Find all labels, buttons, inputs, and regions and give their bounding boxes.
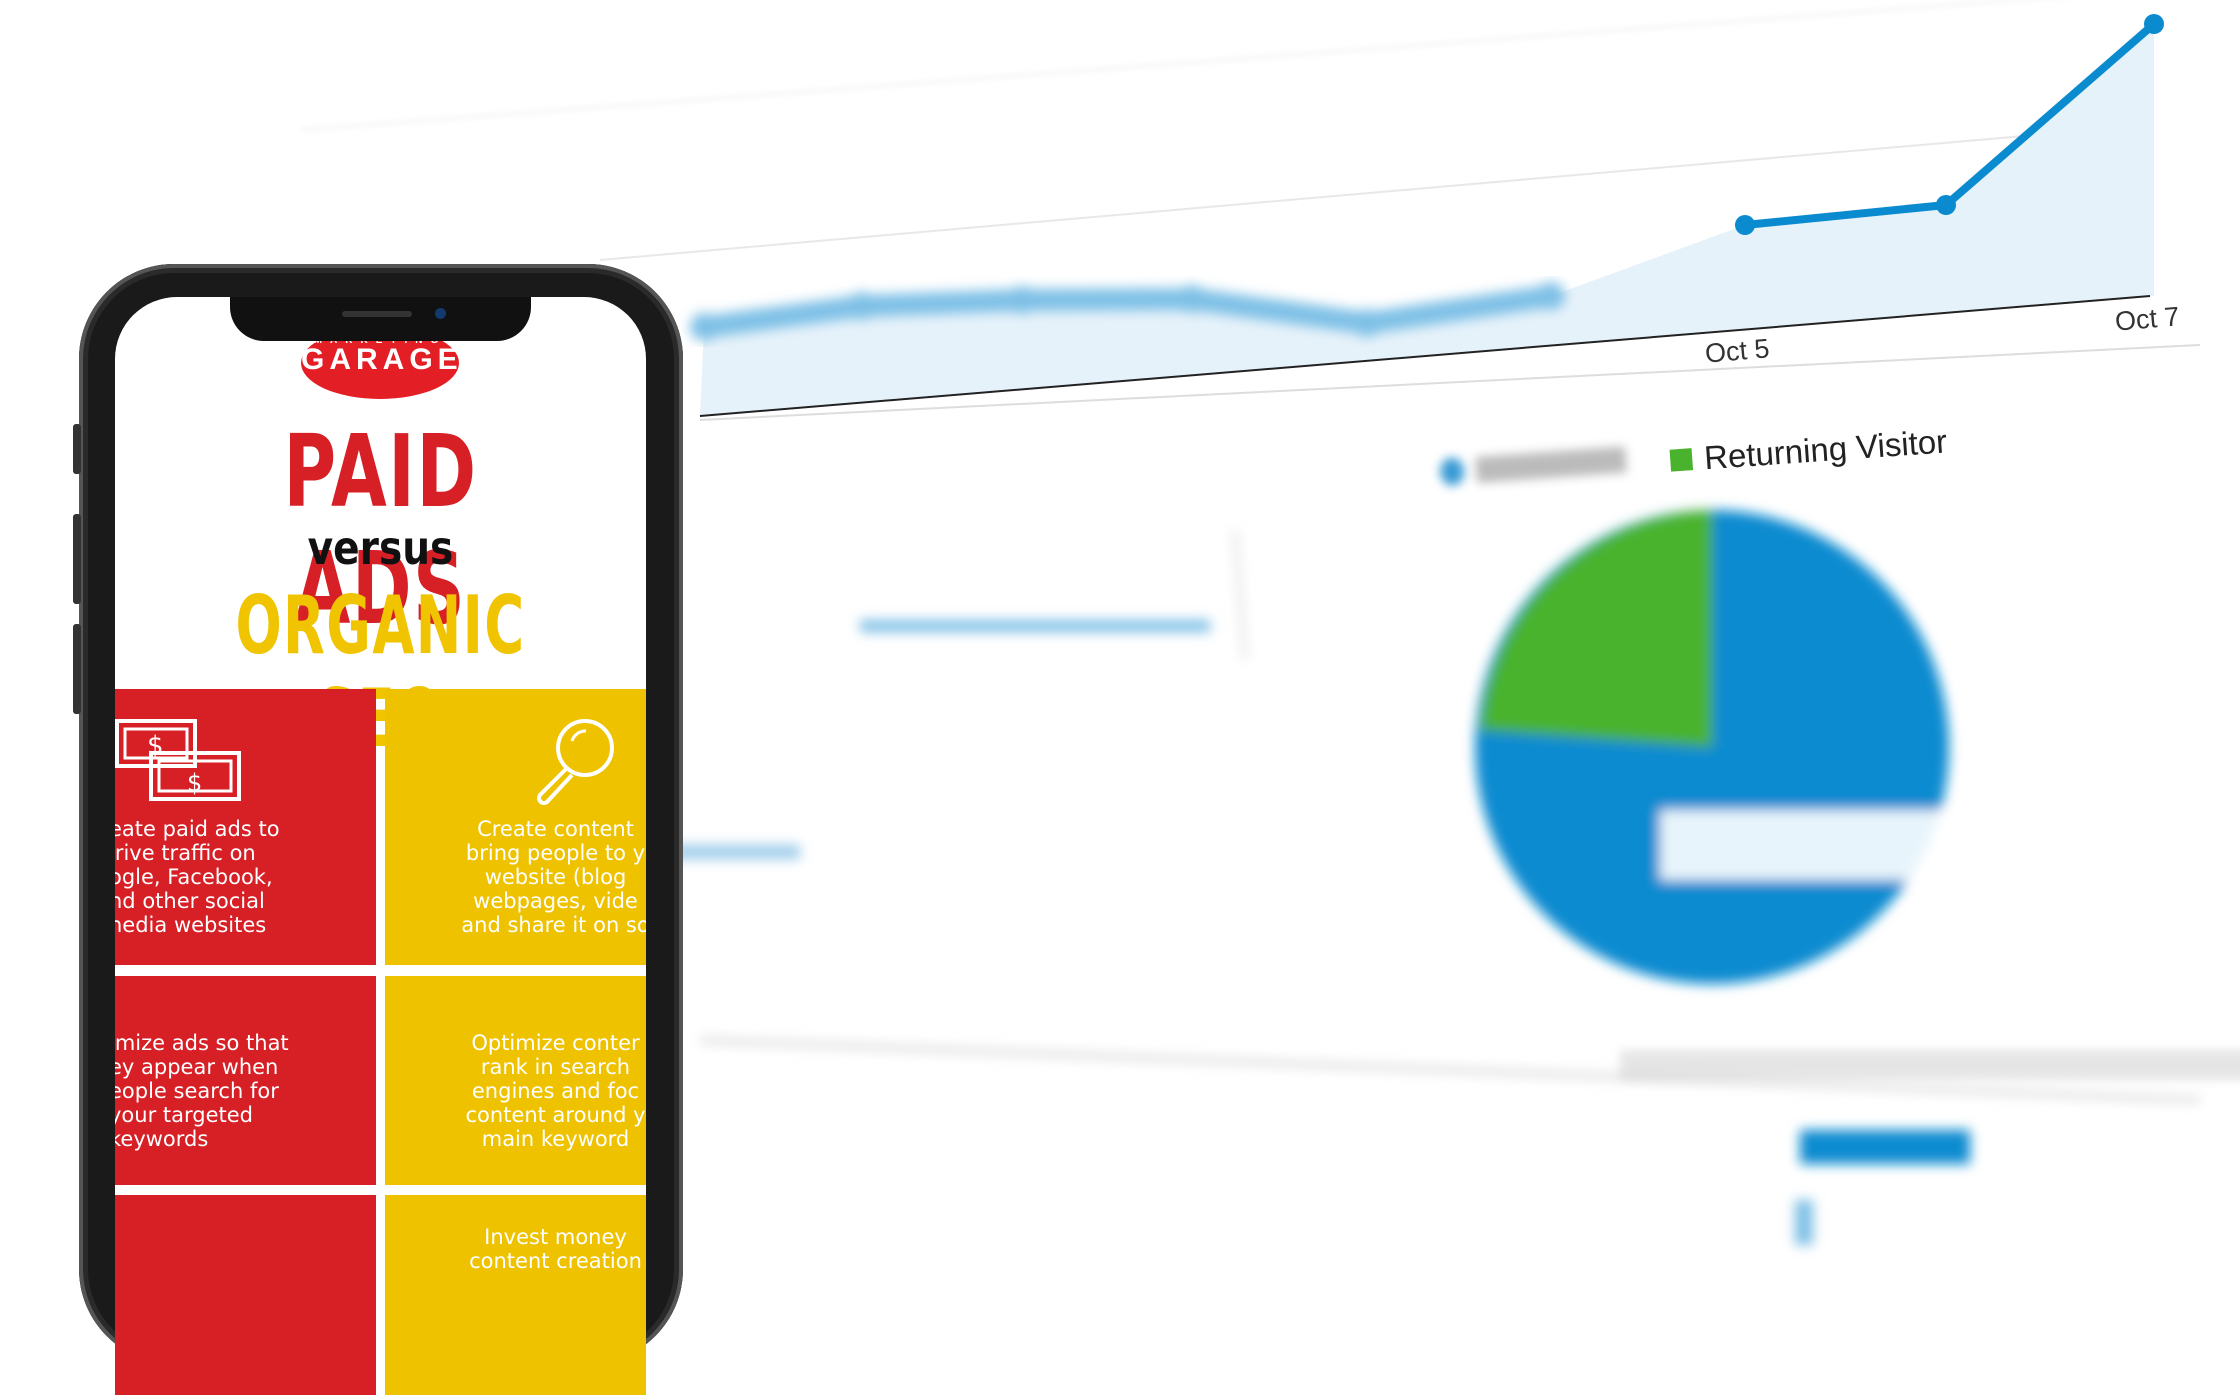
cell-text-line: your targeted	[115, 1103, 253, 1127]
blurred-panels	[660, 529, 2201, 1245]
comparison-cell: eate paid ads to lrive traffic on ogle, Fa…	[115, 689, 376, 965]
comparison-cell: Optimize conter rank in search engines and…	[385, 976, 646, 1185]
legend-dot-icon	[1439, 456, 1466, 487]
data-point	[2144, 14, 2164, 34]
cell-text-line: Optimize conter	[471, 1031, 640, 1055]
data-point	[1178, 285, 1206, 313]
cell-text-line: webpages, vide	[473, 889, 638, 913]
comparison-cell: imize ads so that ey appear when eople sea…	[115, 976, 376, 1185]
blurred-table-header	[1620, 1050, 2240, 1080]
x-label-oct-7: Oct 7	[2113, 301, 2181, 337]
cell-text-line: engines and foc	[471, 1079, 640, 1103]
comparison-cell: Create content bring people to y website (…	[385, 689, 646, 965]
data-point	[848, 292, 876, 320]
cell-text-line: Create content	[477, 817, 634, 841]
cell-text-line: main keyword	[481, 1127, 630, 1151]
dollar-bills-icon: $$	[115, 719, 241, 801]
data-point	[1008, 286, 1036, 314]
data-point	[1936, 195, 1956, 215]
pie-slice-returning-visitor	[1480, 510, 1712, 747]
cell-text-line: eate paid ads to	[115, 817, 280, 841]
cell-text-line: nedia websites	[115, 913, 267, 937]
cell-text-line: eople search for	[115, 1079, 279, 1103]
title-versus: versus	[307, 521, 454, 575]
cell-text-line: imize ads so that	[115, 1031, 289, 1055]
cell-text-line: content around y	[465, 1103, 646, 1127]
cell-text-line: Invest money	[484, 1225, 627, 1249]
data-point	[690, 313, 718, 341]
comparison-cell: Invest money content creation	[385, 1195, 646, 1395]
camera-icon	[435, 308, 446, 319]
cell-text-line: nd other social	[115, 889, 265, 913]
phone-screen: MARKETING GARAGE PAID ADS versus ORGANIC…	[115, 297, 646, 1397]
data-point	[1735, 215, 1755, 235]
phone-notch	[230, 297, 531, 341]
cell-text-line: ogle, Facebook,	[115, 865, 273, 889]
cell-text-line: content creation	[469, 1249, 642, 1273]
magnifying-glass-icon	[537, 719, 614, 805]
legend-swatch-icon	[1669, 448, 1694, 472]
cell-text-line: rank in search	[480, 1055, 631, 1079]
cell-text-line: lrive traffic on	[115, 841, 256, 865]
data-point	[1537, 282, 1565, 310]
pie-tooltip	[1660, 810, 1940, 880]
svg-text:$: $	[187, 769, 202, 797]
x-label-oct-5: Oct 5	[1703, 333, 1771, 369]
smartphone: MARKETING GARAGE PAID ADS versus ORGANIC…	[73, 264, 683, 1397]
cell-text-line: website (blog	[484, 865, 627, 889]
cell-text-line: bring people to y	[465, 841, 646, 865]
cell-text-line: keywords	[115, 1127, 209, 1151]
cell-text-line: and share it on so	[461, 913, 646, 937]
comparison-cell	[115, 1195, 376, 1395]
cell-text-line: ey appear when	[115, 1055, 279, 1079]
pie-chart	[1475, 510, 1949, 984]
data-point	[1353, 309, 1381, 337]
